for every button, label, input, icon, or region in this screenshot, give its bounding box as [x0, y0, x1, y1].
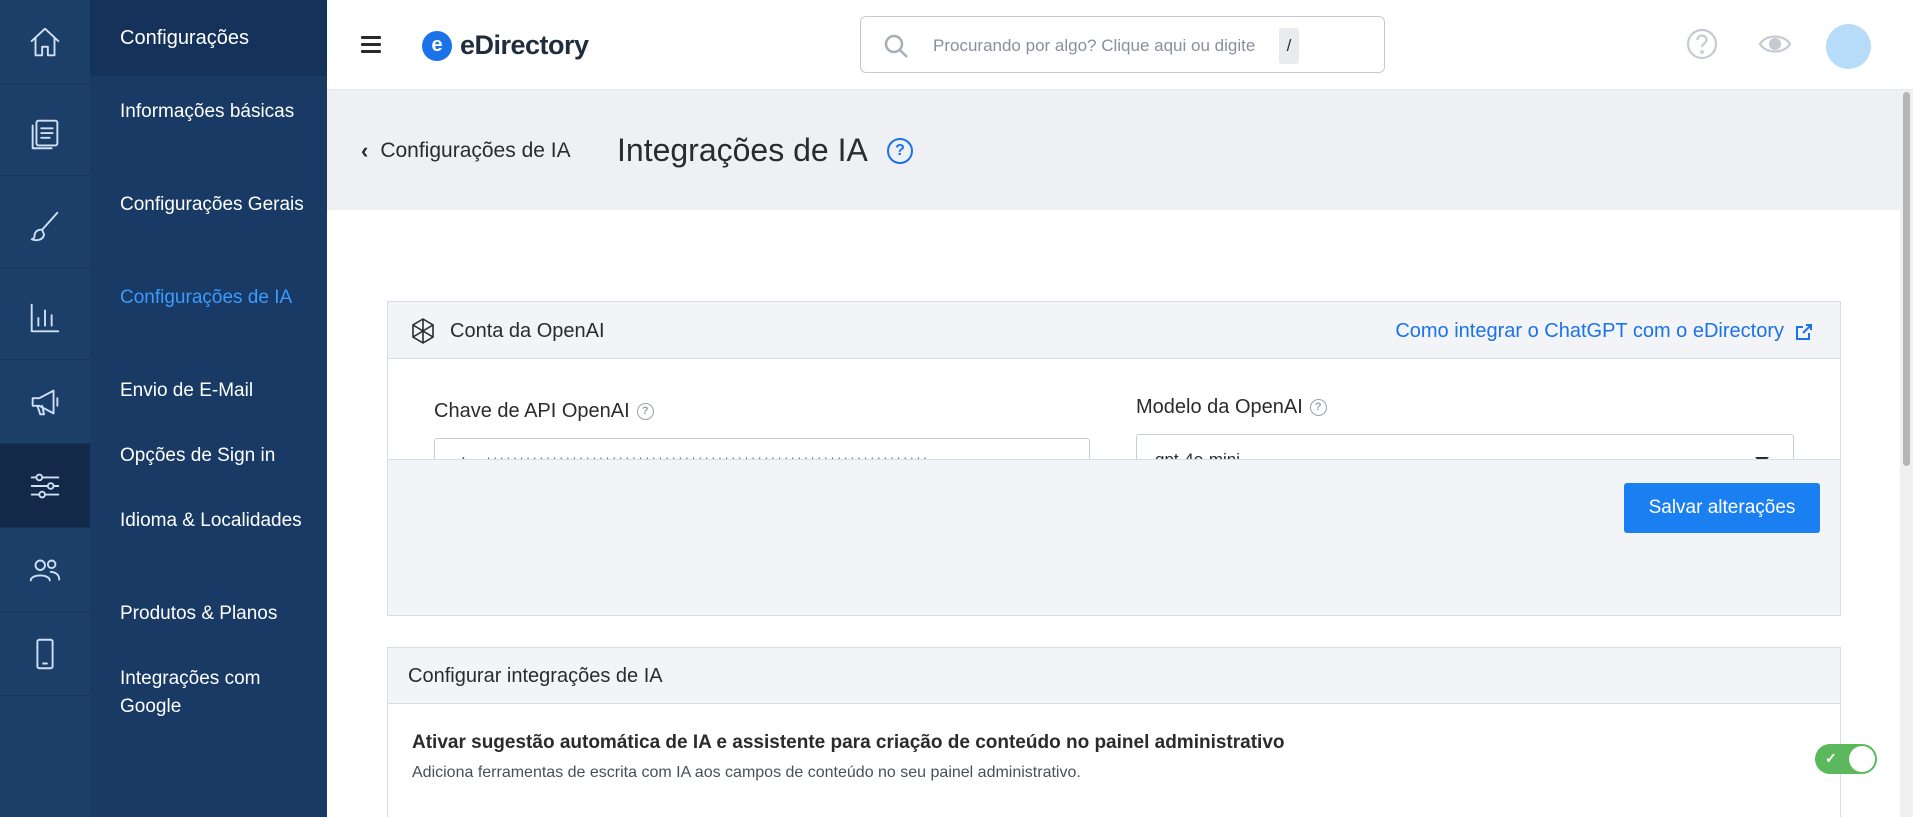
ai-suggestion-option-description: Adiciona ferramentas de escrita com IA a… [412, 764, 1081, 781]
openai-card-header: Conta da OpenAI Como integrar o ChatGPT … [388, 302, 1840, 359]
api-key-label-text: Chave de API OpenAI [434, 400, 630, 422]
subnav-item-email[interactable]: Envio de E-Mail [120, 377, 310, 405]
icon-rail [0, 0, 90, 817]
avatar[interactable] [1826, 24, 1871, 69]
save-changes-button[interactable]: Salvar alterações [1624, 483, 1820, 533]
subnav-item-sign-in[interactable]: Opções de Sign in [120, 442, 310, 470]
help-icon[interactable] [1685, 27, 1719, 61]
back-link-label: Configurações de IA [380, 139, 571, 162]
subnav-item-google[interactable]: Integrações com Google [120, 665, 310, 721]
rail-design[interactable] [0, 184, 90, 268]
search-shortcut: / [1279, 28, 1299, 64]
ai-suggestion-option-title: Ativar sugestão automática de IA e assis… [412, 732, 1285, 753]
toggle-knob [1849, 746, 1875, 772]
page-help-icon[interactable]: ? [887, 138, 913, 164]
search-placeholder: Procurando por algo? Clique aqui ou digi… [933, 36, 1256, 55]
chatgpt-integration-link[interactable]: Como integrar o ChatGPT com o eDirectory [1395, 320, 1814, 343]
rail-content[interactable] [0, 92, 90, 176]
home-icon [30, 27, 60, 56]
subnav-item-general-settings[interactable]: Configurações Gerais [120, 191, 310, 219]
preview-eye-icon[interactable] [1758, 27, 1792, 61]
users-icon [29, 559, 61, 581]
rail-users[interactable] [0, 528, 90, 612]
model-label-text: Modelo da OpenAI [1136, 396, 1303, 418]
search-icon [883, 33, 909, 59]
main-content: Conta da OpenAI Como integrar o ChatGPT … [327, 210, 1900, 817]
subnav-item-language[interactable]: Idioma & Localidades [120, 507, 310, 535]
openai-card-title: Conta da OpenAI [450, 320, 605, 342]
chevron-left-icon: ‹ [361, 138, 369, 163]
subnav-item-ai-settings[interactable]: Configurações de IA [120, 284, 310, 312]
logo-mark: e [422, 30, 452, 61]
openai-logo-icon [408, 316, 438, 346]
subnav-title: Configurações [90, 0, 327, 76]
page-scrollbar[interactable] [1900, 90, 1913, 817]
rail-home[interactable] [0, 0, 90, 84]
back-link[interactable]: ‹ Configurações de IA [361, 138, 571, 164]
menu-icon[interactable] [361, 36, 381, 53]
api-key-help-icon[interactable]: ? [636, 403, 654, 420]
ai-card-header: Configurar integrações de IA [388, 648, 1840, 704]
sliders-icon [30, 473, 60, 498]
chatgpt-integration-link-label: Como integrar o ChatGPT com o eDirectory [1395, 320, 1784, 342]
ai-suggestion-toggle[interactable]: ✓ [1815, 744, 1877, 774]
rail-marketing[interactable] [0, 360, 90, 444]
megaphone-icon [31, 389, 59, 415]
api-key-label: Chave de API OpenAI ? [434, 400, 654, 423]
external-link-icon [1796, 323, 1812, 340]
documents-icon [31, 119, 59, 149]
subnav-item-products[interactable]: Produtos & Planos [120, 600, 310, 628]
top-header: e eDirectory Procurando por algo? Clique… [327, 0, 1913, 90]
ai-integrations-card: Configurar integrações de IA Ativar suge… [387, 647, 1877, 817]
check-icon: ✓ [1825, 750, 1837, 766]
ai-card-title: Configurar integrações de IA [408, 665, 663, 687]
settings-subnav: Configurações Informações básicas Config… [90, 0, 327, 817]
chart-icon [30, 303, 60, 332]
rail-reports[interactable] [0, 276, 90, 360]
page-title: Integrações de IA [617, 132, 868, 168]
scrollbar-thumb[interactable] [1903, 92, 1910, 466]
mobile-icon [36, 638, 54, 669]
openai-card-footer: Salvar alterações [388, 459, 1840, 615]
model-help-icon[interactable]: ? [1309, 399, 1327, 416]
subnav-item-basic-info[interactable]: Informações básicas [120, 98, 310, 126]
rail-settings[interactable] [0, 444, 90, 528]
model-label: Modelo da OpenAI ? [1136, 396, 1327, 419]
rail-mobile[interactable] [0, 612, 90, 696]
page-header: ‹ Configurações de IA Integrações de IA … [327, 90, 1900, 210]
brush-icon [30, 211, 59, 241]
search-bar[interactable]: Procurando por algo? Clique aqui ou digi… [860, 16, 1385, 73]
openai-account-card: Conta da OpenAI Como integrar o ChatGPT … [387, 301, 1841, 616]
logo[interactable]: e eDirectory [422, 30, 589, 61]
logo-text: eDirectory [460, 30, 589, 60]
